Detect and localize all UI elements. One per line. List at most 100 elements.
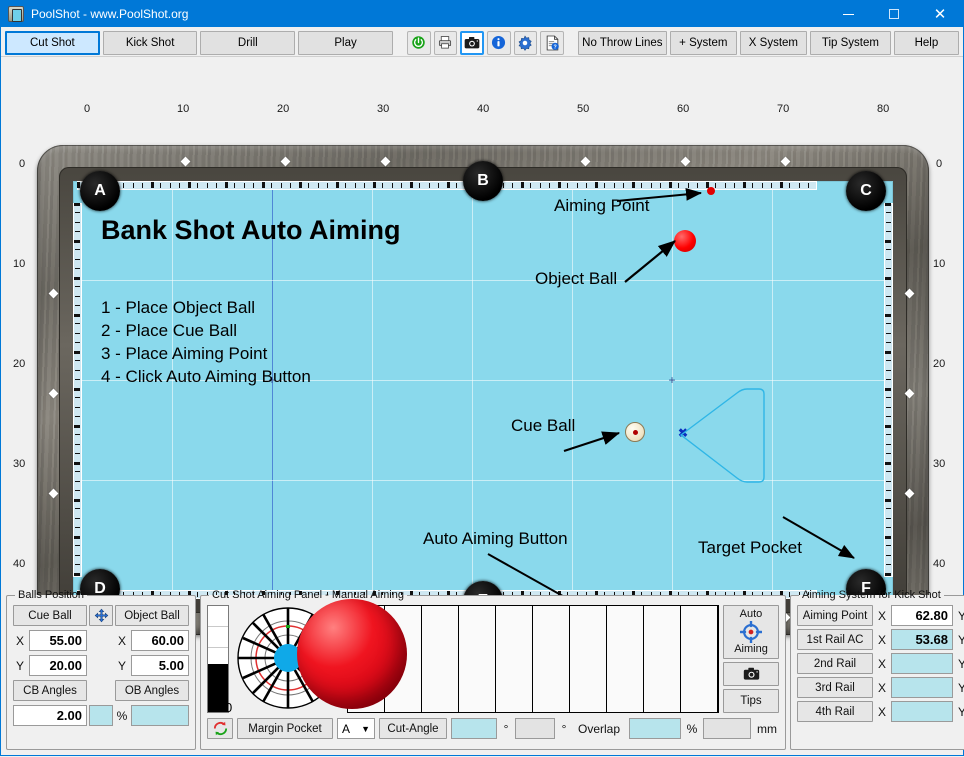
margin-pocket-button[interactable]: Margin Pocket (237, 718, 333, 739)
tab-drill[interactable]: Drill (200, 30, 296, 55)
button-tip-system[interactable]: Tip System (809, 30, 891, 55)
app-window: PoolShot - www.PoolShot.org ✕ Cut Shot K… (0, 0, 964, 756)
cue-x-field[interactable]: 55.00 (29, 630, 87, 651)
ob-angle-field-2[interactable] (131, 705, 189, 726)
scale-tick (622, 183, 624, 188)
percent-label: % (116, 708, 128, 723)
scale-tick (780, 182, 783, 188)
ruler-top-20: 20 (277, 103, 290, 115)
scale-tick (886, 517, 891, 519)
scale-tick (280, 183, 282, 188)
move-balls-button[interactable] (89, 605, 113, 626)
document-help-icon-button[interactable]: ? (540, 30, 565, 55)
kick-x-label: X (877, 680, 886, 695)
third-rail-button[interactable]: 3rd Rail (797, 677, 873, 698)
scale-tick (886, 295, 891, 297)
scale-tick (886, 554, 891, 556)
button-help[interactable]: Help (893, 30, 959, 55)
cut-angle-field-1[interactable] (451, 718, 497, 739)
tab-kick-shot[interactable]: Kick Shot (102, 30, 198, 55)
ruler-right-30: 30 (933, 458, 946, 470)
scale-tick (289, 183, 291, 188)
tab-cut-shot[interactable]: Cut Shot (5, 30, 100, 55)
window-title: PoolShot - www.PoolShot.org (31, 7, 189, 21)
overlap-field[interactable] (629, 718, 681, 739)
pocket-A[interactable]: A (80, 171, 120, 211)
pocket-B[interactable]: B (463, 161, 503, 201)
scale-tick (74, 203, 80, 206)
object-y-field[interactable]: 5.00 (131, 655, 189, 676)
ruler-left-40: 40 (13, 558, 26, 570)
info-icon-button[interactable] (486, 30, 511, 55)
kick-shot-legend: Aiming System for Kick Shot (802, 589, 941, 601)
aiming-point-marker[interactable] (707, 187, 715, 195)
ruler-right-0: 0 (936, 158, 943, 170)
scale-tick (74, 388, 80, 391)
scale-tick (75, 406, 80, 408)
scale-tick (419, 183, 421, 188)
scale-tick (336, 182, 339, 188)
cue-y-field[interactable]: 20.00 (29, 655, 87, 676)
aiming-camera-button[interactable] (723, 662, 779, 686)
crosshair-target-icon (740, 621, 762, 643)
printer-icon-button[interactable] (433, 30, 458, 55)
power-icon-button[interactable] (406, 30, 431, 55)
second-rail-x-field[interactable] (891, 653, 953, 674)
button-x-system[interactable]: X System (739, 30, 807, 55)
gear-icon-button[interactable] (513, 30, 538, 55)
scale-tick (262, 182, 265, 188)
first-rail-x-field[interactable]: 53.68 (891, 629, 953, 650)
object-ball-button[interactable]: Object Ball (115, 605, 189, 626)
object-ball[interactable] (674, 230, 696, 252)
cut-angle-field-2[interactable] (515, 718, 555, 739)
auto-aiming-button[interactable]: Auto Aiming (723, 605, 779, 659)
pocket-C[interactable]: C (846, 171, 886, 211)
scale-tick (678, 183, 680, 188)
scale-tick (75, 563, 80, 565)
english-slider[interactable] (207, 605, 229, 713)
scale-tick (178, 183, 180, 188)
cue-ball[interactable] (625, 422, 645, 442)
chevron-down-icon: ▼ (361, 723, 370, 734)
refresh-button[interactable] (207, 718, 233, 739)
scale-tick (770, 183, 772, 188)
button-no-throw-lines[interactable]: No Throw Lines (577, 30, 667, 55)
third-rail-x-field[interactable] (891, 677, 953, 698)
cue-ball-button[interactable]: Cue Ball (13, 605, 87, 626)
fourth-rail-button[interactable]: 4th Rail (797, 701, 873, 722)
aiming-point-x-field[interactable]: 62.80 (891, 605, 953, 626)
maximize-button[interactable] (871, 1, 917, 27)
camera-icon-button[interactable] (460, 30, 484, 55)
pocket-label: A (94, 182, 106, 199)
scale-tick (400, 183, 402, 188)
button-plus-system[interactable]: + System (669, 30, 737, 55)
tips-button[interactable]: Tips (723, 689, 779, 713)
second-rail-button[interactable]: 2nd Rail (797, 653, 873, 674)
mm-field[interactable] (703, 718, 751, 739)
scale-tick (886, 230, 891, 232)
cut-angle-strip-chart[interactable] (297, 599, 719, 713)
cb-angle-field[interactable]: 2.00 (13, 705, 87, 726)
cb-angles-button[interactable]: CB Angles (13, 680, 87, 701)
ruler-top-30: 30 (377, 103, 390, 115)
close-button[interactable]: ✕ (917, 1, 963, 27)
ob-angles-button[interactable]: OB Angles (115, 680, 189, 701)
aiming-panel-group: Cut Shot Aiming Panel - Manual Aiming 0 … (200, 589, 786, 750)
minimize-button[interactable] (825, 1, 871, 27)
kick-x-label: X (877, 608, 886, 623)
scale-tick (886, 443, 891, 445)
pool-table[interactable]: + + A B C D E F ✖ (37, 145, 929, 635)
object-ball-preview (297, 599, 407, 709)
tab-play[interactable]: Play (298, 30, 393, 55)
scale-tick (75, 452, 80, 454)
pocket-select[interactable]: A ▼ (337, 718, 375, 739)
scale-tick (715, 183, 717, 188)
object-x-field[interactable]: 60.00 (131, 630, 189, 651)
cb-angle-pct-field[interactable] (89, 705, 113, 726)
cut-angle-button[interactable]: Cut-Angle (379, 718, 447, 739)
compass-bottom-label: 0 (225, 700, 233, 715)
aiming-point-button[interactable]: Aiming Point (797, 605, 873, 626)
fourth-rail-x-field[interactable] (891, 701, 953, 722)
first-rail-ac-button[interactable]: 1st Rail AC (797, 629, 873, 650)
auto-aiming-line1: Auto (739, 608, 763, 620)
